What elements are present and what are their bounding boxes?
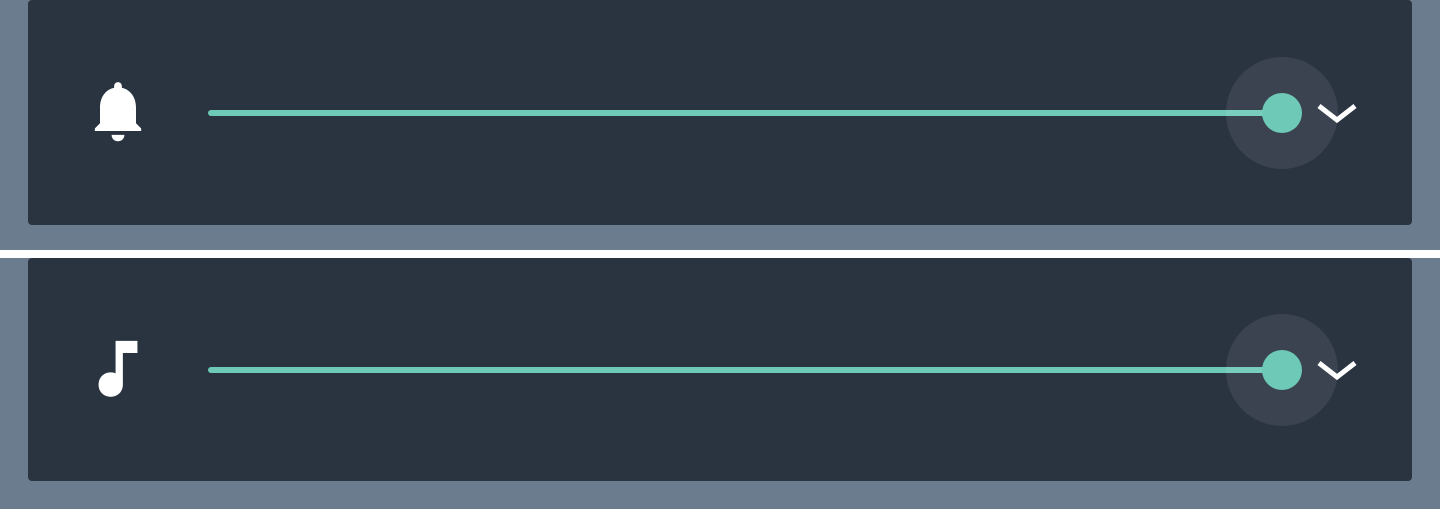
media-volume-panel [28,258,1412,481]
slider-track [208,367,1282,373]
slider-track [208,110,1282,116]
ring-volume-slider[interactable] [208,83,1282,143]
bell-icon [68,77,168,149]
music-note-icon [68,336,168,404]
media-volume-slider[interactable] [208,340,1282,400]
slider-thumb[interactable] [1262,350,1302,390]
ring-volume-panel [28,0,1412,225]
panel-divider [0,250,1440,258]
slider-thumb[interactable] [1262,93,1302,133]
